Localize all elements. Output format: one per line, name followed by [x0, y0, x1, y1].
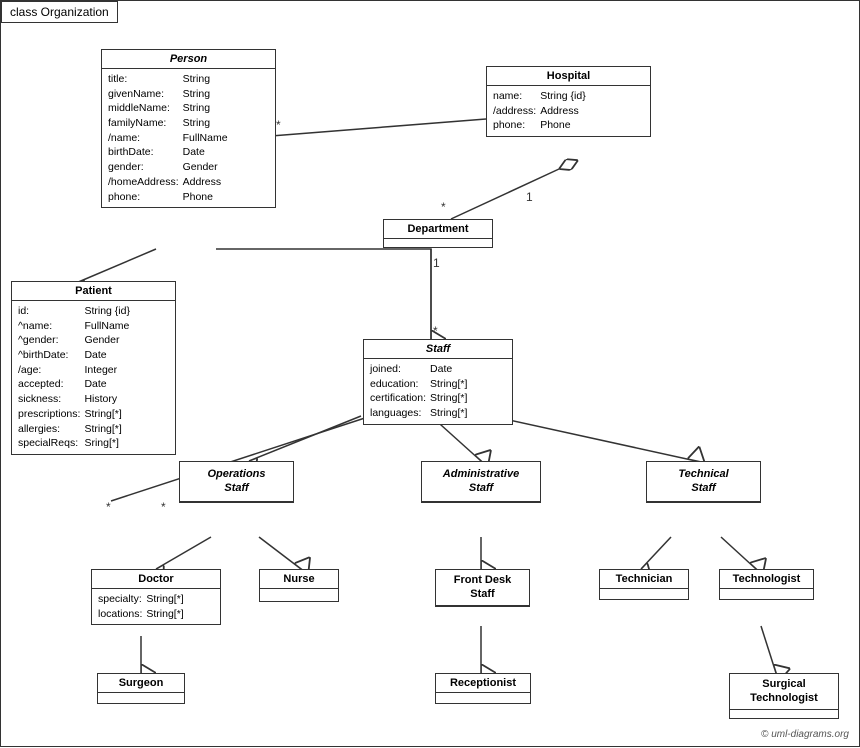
front-desk-staff-box: Front DeskStaff	[435, 569, 530, 607]
technologist-title: Technologist	[720, 570, 813, 589]
administrative-staff-title: AdministrativeStaff	[422, 462, 540, 502]
svg-text:*: *	[441, 200, 446, 214]
operations-staff-box: OperationsStaff	[179, 461, 294, 503]
hospital-title: Hospital	[487, 67, 650, 86]
doctor-attrs: specialty:String[*] locations:String[*]	[92, 589, 220, 624]
svg-text:*: *	[433, 324, 438, 338]
staff-attrs: joined:Date education:String[*] certific…	[364, 359, 512, 424]
department-title: Department	[384, 220, 492, 239]
svg-text:*: *	[106, 500, 111, 514]
hospital-box: Hospital name:String {id} /address:Addre…	[486, 66, 651, 137]
staff-title: Staff	[364, 340, 512, 359]
front-desk-staff-title: Front DeskStaff	[436, 570, 529, 606]
surgical-technologist-title: SurgicalTechnologist	[730, 674, 838, 710]
receptionist-title: Receptionist	[436, 674, 530, 693]
surgical-technologist-box: SurgicalTechnologist	[729, 673, 839, 719]
nurse-box: Nurse	[259, 569, 339, 602]
operations-staff-title: OperationsStaff	[180, 462, 293, 502]
person-attrs: title:String givenName:String middleName…	[102, 69, 275, 207]
technical-staff-box: TechnicalStaff	[646, 461, 761, 503]
department-box: Department	[383, 219, 493, 248]
department-attrs	[384, 239, 492, 247]
diagram-title: class Organization	[1, 1, 118, 23]
technician-title: Technician	[600, 570, 688, 589]
staff-box: Staff joined:Date education:String[*] ce…	[363, 339, 513, 425]
svg-text:1: 1	[526, 190, 533, 204]
patient-box: Patient id:String {id} ^name:FullName ^g…	[11, 281, 176, 455]
technologist-box: Technologist	[719, 569, 814, 600]
doctor-title: Doctor	[92, 570, 220, 589]
svg-text:*: *	[276, 118, 281, 132]
doctor-box: Doctor specialty:String[*] locations:Str…	[91, 569, 221, 625]
surgeon-title: Surgeon	[98, 674, 184, 693]
technician-box: Technician	[599, 569, 689, 600]
technical-staff-title: TechnicalStaff	[647, 462, 760, 502]
svg-text:1: 1	[433, 256, 440, 270]
patient-title: Patient	[12, 282, 175, 301]
receptionist-box: Receptionist	[435, 673, 531, 704]
diagram-container: class Organization	[0, 0, 860, 747]
surgeon-box: Surgeon	[97, 673, 185, 704]
person-title: Person	[102, 50, 275, 69]
person-box: Person title:String givenName:String mid…	[101, 49, 276, 208]
nurse-title: Nurse	[260, 570, 338, 589]
patient-attrs: id:String {id} ^name:FullName ^gender:Ge…	[12, 301, 175, 454]
administrative-staff-box: AdministrativeStaff	[421, 461, 541, 503]
hospital-attrs: name:String {id} /address:Address phone:…	[487, 86, 650, 136]
copyright: © uml-diagrams.org	[761, 729, 849, 740]
svg-text:*: *	[161, 500, 166, 514]
